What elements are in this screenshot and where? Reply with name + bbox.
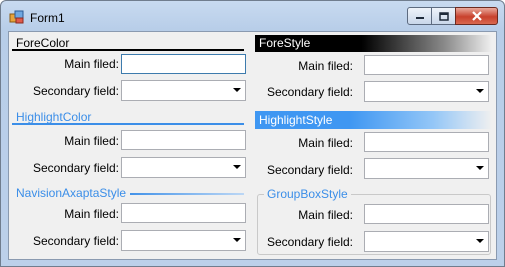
- minimize-button[interactable]: [407, 7, 432, 25]
- navision-header: NavisionAxaptaStyle: [12, 185, 244, 201]
- forecolor-main-field[interactable]: [121, 54, 246, 74]
- highlightstyle-main-label: Main filed:: [298, 136, 353, 150]
- app-icon: [9, 10, 24, 24]
- forestyle-header: ForeStyle: [255, 35, 492, 52]
- close-button[interactable]: [455, 7, 498, 25]
- dropdown-arrow-icon[interactable]: [476, 166, 484, 170]
- dropdown-arrow-icon[interactable]: [233, 165, 241, 169]
- form-client-area: ForeColor Main filed: Secondary field: F…: [8, 31, 497, 260]
- forestyle-main-field[interactable]: [364, 55, 489, 75]
- dropdown-arrow-icon[interactable]: [233, 88, 241, 92]
- groupbox-secondary-label: Secondary field:: [266, 235, 353, 249]
- navision-header-label: NavisionAxaptaStyle: [16, 186, 131, 200]
- highlightcolor-secondary-label: Secondary field:: [32, 161, 119, 175]
- maximize-icon: [438, 11, 449, 21]
- dropdown-arrow-icon[interactable]: [476, 239, 484, 243]
- highlightcolor-header: HighlightColor: [12, 109, 244, 125]
- navision-secondary-combo[interactable]: [121, 230, 246, 251]
- window: Form1 ForeColor Main filed: Secondary fi…: [0, 0, 505, 267]
- minimize-icon: [415, 17, 424, 19]
- groupbox-main-label: Main filed:: [298, 208, 353, 222]
- highlightstyle-header: HighlightStyle: [255, 111, 492, 129]
- highlightstyle-secondary-combo[interactable]: [364, 158, 489, 179]
- forestyle-secondary-label: Secondary field:: [266, 85, 353, 99]
- highlightcolor-main-label: Main filed:: [64, 134, 119, 148]
- highlightcolor-main-field[interactable]: [121, 130, 246, 150]
- dropdown-arrow-icon[interactable]: [233, 238, 241, 242]
- forecolor-header: ForeColor: [12, 35, 244, 51]
- navision-main-label: Main filed:: [64, 207, 119, 221]
- title-bar[interactable]: Form1: [1, 1, 504, 31]
- groupbox-main-field[interactable]: [364, 204, 489, 224]
- forecolor-main-label: Main filed:: [64, 57, 119, 71]
- navision-secondary-label: Secondary field:: [32, 234, 119, 248]
- forestyle-main-label: Main filed:: [298, 59, 353, 73]
- navision-main-field[interactable]: [121, 203, 246, 223]
- close-icon: [471, 11, 482, 21]
- window-title: Form1: [30, 11, 65, 25]
- forecolor-secondary-label: Secondary field:: [32, 84, 119, 98]
- dropdown-arrow-icon[interactable]: [476, 89, 484, 93]
- forestyle-secondary-combo[interactable]: [364, 81, 489, 102]
- groupbox-secondary-combo[interactable]: [364, 231, 489, 252]
- highlightstyle-main-field[interactable]: [364, 132, 489, 152]
- navision-header-line: [122, 193, 244, 195]
- highlightcolor-secondary-combo[interactable]: [121, 157, 246, 178]
- groupbox-title: GroupBoxStyle: [264, 187, 351, 201]
- forecolor-secondary-combo[interactable]: [121, 80, 246, 101]
- highlightstyle-secondary-label: Secondary field:: [266, 163, 353, 177]
- maximize-button[interactable]: [431, 7, 456, 25]
